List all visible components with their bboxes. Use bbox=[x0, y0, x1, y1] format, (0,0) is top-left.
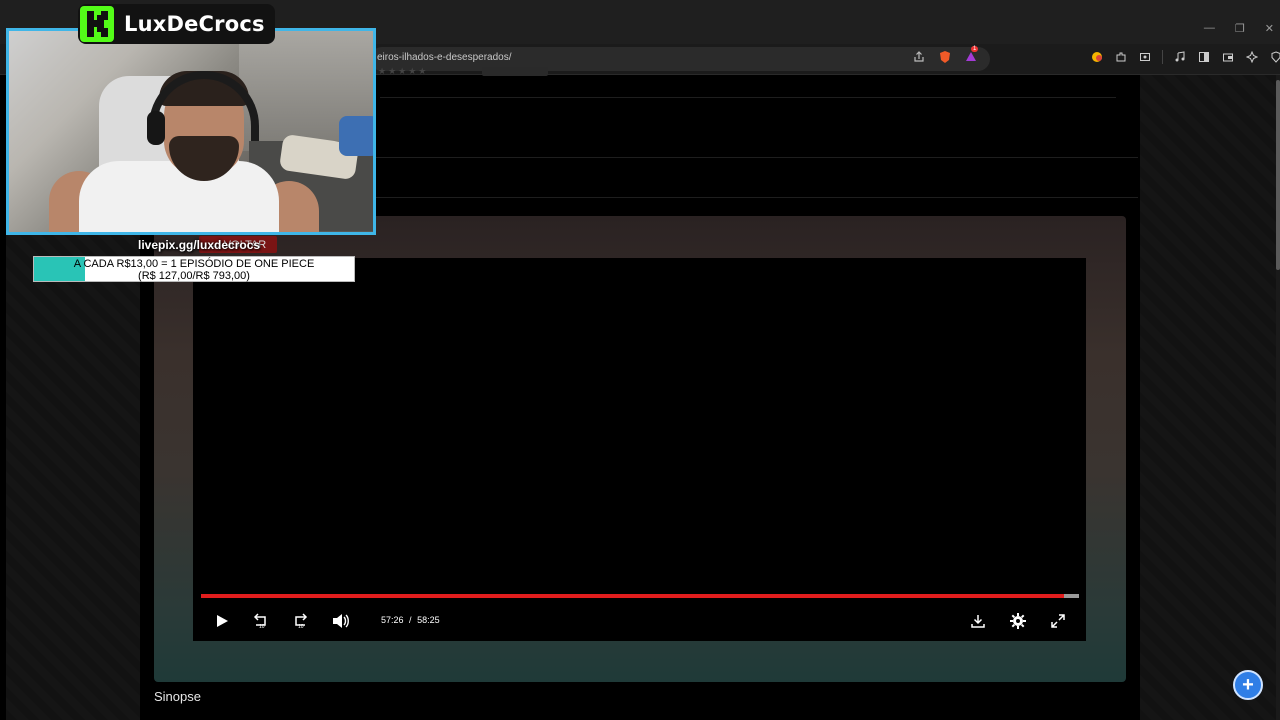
play-button[interactable] bbox=[210, 609, 234, 633]
webcam-feed bbox=[6, 28, 376, 235]
divider bbox=[380, 97, 1116, 98]
fullscreen-button[interactable] bbox=[1046, 609, 1070, 633]
goal-text: A CADA R$13,00 = 1 EPISÓDIO DE ONE PIECE bbox=[73, 258, 315, 270]
share-icon[interactable] bbox=[912, 50, 926, 64]
screenshot-icon[interactable] bbox=[1138, 50, 1152, 64]
info-chip bbox=[482, 67, 548, 76]
time-display: 57:26 / 58:25 bbox=[381, 615, 440, 625]
duration: 58:25 bbox=[417, 615, 440, 625]
download-button[interactable] bbox=[966, 609, 990, 633]
rewind-10-button[interactable]: 10 bbox=[249, 609, 273, 633]
right-pattern-panel bbox=[1140, 75, 1276, 720]
toolbar-icons bbox=[1090, 50, 1280, 64]
window-controls: — ❐ ✕ bbox=[1204, 22, 1274, 35]
streamer-name: LuxDeCrocs bbox=[124, 12, 265, 36]
streamer-brand: LuxDeCrocs bbox=[78, 4, 275, 44]
divider-icon bbox=[1162, 50, 1163, 64]
media-icon[interactable] bbox=[1173, 50, 1187, 64]
video-player[interactable] bbox=[193, 258, 1086, 641]
close-icon[interactable]: ✕ bbox=[1265, 22, 1274, 35]
minimize-icon[interactable]: — bbox=[1204, 22, 1215, 35]
sinopse-heading: Sinopse bbox=[154, 689, 201, 704]
address-bar-icons: 1 bbox=[912, 46, 979, 64]
add-button[interactable]: + bbox=[1233, 670, 1263, 700]
sidebar-icon[interactable] bbox=[1197, 50, 1211, 64]
progress-bar[interactable] bbox=[201, 594, 1079, 598]
svg-text:10: 10 bbox=[259, 624, 265, 630]
url-text[interactable]: eiros-ilhados-e-desesperados/ bbox=[377, 52, 512, 63]
goal-amount: (R$ 127,00/R$ 793,00) bbox=[138, 270, 250, 282]
plus-icon: + bbox=[1242, 673, 1254, 696]
profile-color-icon[interactable] bbox=[1090, 50, 1104, 64]
donation-goal-bar: A CADA R$13,00 = 1 EPISÓDIO DE ONE PIECE… bbox=[33, 256, 355, 282]
livepix-link: livepix.gg/luxdecrocs bbox=[138, 238, 261, 252]
scrollbar-thumb[interactable] bbox=[1276, 80, 1280, 270]
rating-stars: ★★★★★ bbox=[378, 66, 429, 76]
volume-button[interactable] bbox=[329, 609, 353, 633]
leo-ai-icon[interactable] bbox=[1245, 50, 1259, 64]
extensions-icon[interactable] bbox=[1114, 50, 1128, 64]
rewards-icon[interactable]: 1 bbox=[964, 46, 979, 64]
wallet-icon[interactable] bbox=[1221, 50, 1235, 64]
current-time: 57:26 bbox=[381, 615, 404, 625]
forward-10-button[interactable]: 10 bbox=[288, 609, 312, 633]
restore-icon[interactable]: ❐ bbox=[1235, 22, 1245, 35]
kick-logo-icon bbox=[78, 4, 116, 44]
brave-shield-icon[interactable] bbox=[938, 50, 952, 64]
settings-button[interactable] bbox=[1006, 609, 1030, 633]
svg-text:10: 10 bbox=[298, 624, 304, 630]
progress-fill bbox=[201, 594, 1065, 598]
vpn-icon[interactable] bbox=[1269, 50, 1280, 64]
time-separator: / bbox=[409, 615, 412, 625]
